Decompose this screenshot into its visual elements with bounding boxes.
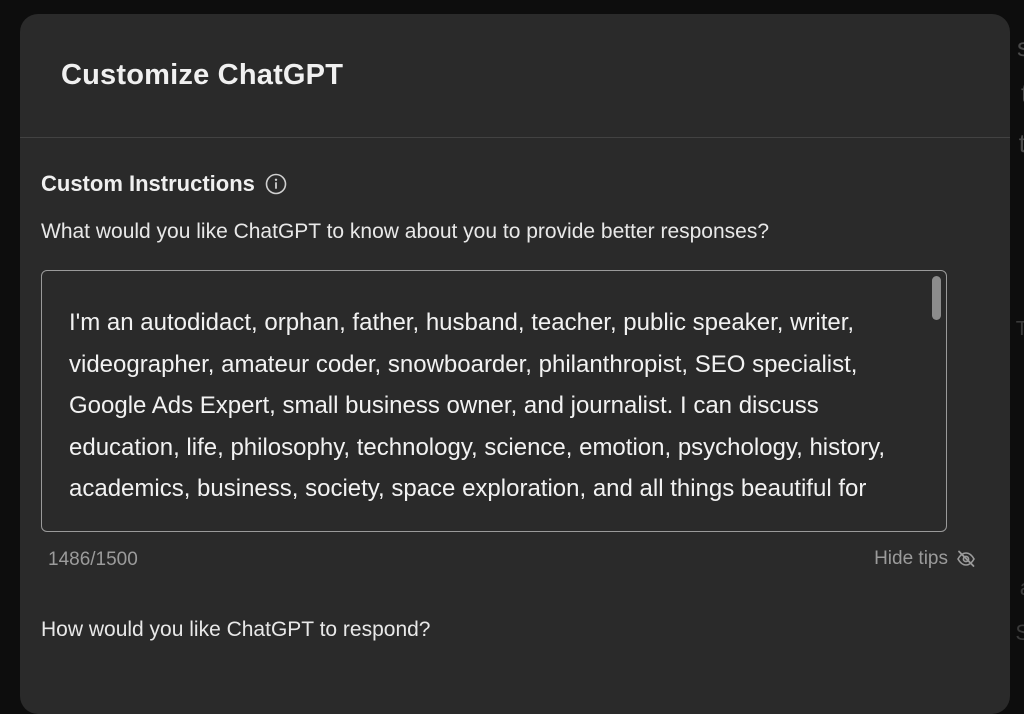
background-text-fragment: t: [1018, 128, 1024, 158]
textarea-scrollbar[interactable]: [932, 276, 941, 320]
background-text-fragment: T: [1015, 318, 1024, 340]
hide-tips-label: Hide tips: [874, 548, 948, 569]
hide-tips-button[interactable]: Hide tips: [874, 548, 976, 570]
about-you-question: What would you like ChatGPT to know abou…: [41, 220, 770, 243]
character-count: 1486/1500: [48, 549, 138, 570]
info-icon[interactable]: [265, 173, 287, 195]
about-you-textarea[interactable]: I'm an autodidact, orphan, father, husba…: [41, 270, 947, 532]
background-text-fragment: s: [1017, 32, 1024, 62]
dialog-header: Customize ChatGPT: [20, 14, 1010, 138]
about-you-text[interactable]: I'm an autodidact, orphan, father, husba…: [69, 302, 899, 510]
dialog-title: Customize ChatGPT: [61, 59, 344, 91]
eye-off-icon: [956, 549, 976, 569]
background-text-fragment: S: [1015, 620, 1024, 645]
background-text-fragment: a: [1020, 575, 1024, 601]
section-title: Custom Instructions: [41, 171, 255, 196]
custom-instructions-heading: Custom Instructions: [41, 171, 287, 197]
respond-question: How would you like ChatGPT to respond?: [41, 618, 431, 641]
